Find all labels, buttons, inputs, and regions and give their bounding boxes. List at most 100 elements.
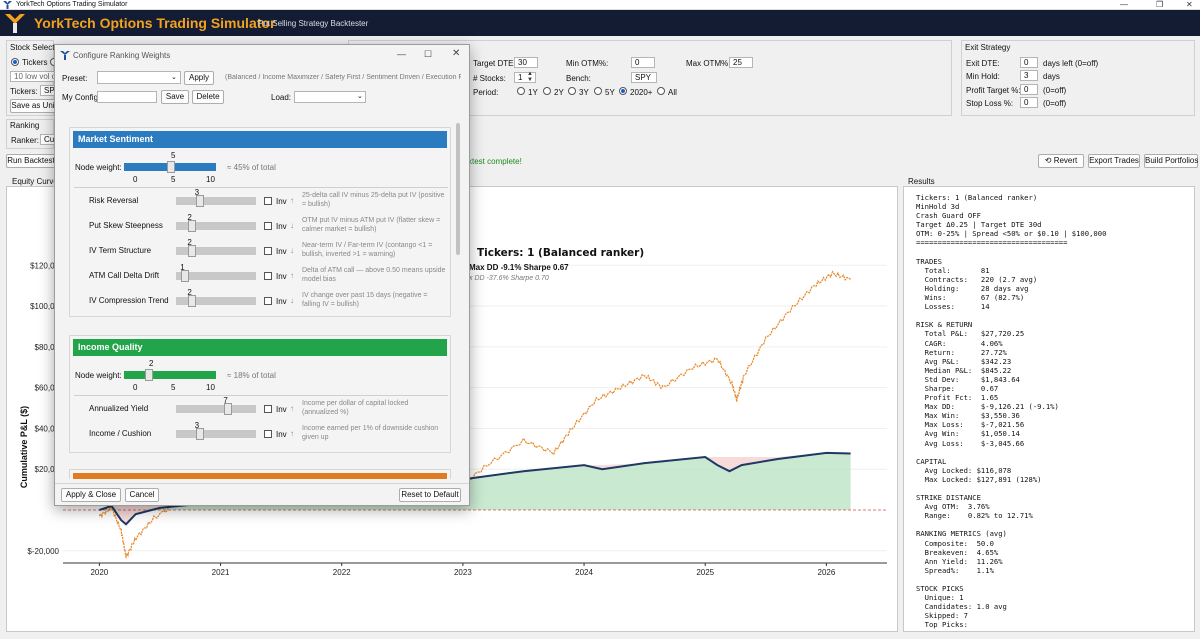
metric-invert-label: Inv [276,297,287,306]
metric-description: Delta of ATM call — above 0.50 means ups… [302,267,446,283]
metric-direction-arrow-icon: ↑ [290,271,294,280]
save-as-universe-button[interactable]: Save as Uni [10,99,56,113]
dialog-close-icon[interactable]: ✕ [452,48,460,59]
period-radio-all[interactable] [657,87,665,95]
universe-combo[interactable]: 10 low vol o [10,71,55,82]
results-line: Candidates: 1.0 avg [916,602,1007,612]
period-radio-1y[interactable] [517,87,525,95]
apply-close-button[interactable]: Apply & Close [61,488,121,502]
metric-weight-slider[interactable] [176,405,256,413]
cancel-button[interactable]: Cancel [125,488,159,502]
profit-target-input[interactable]: 0 [1020,84,1038,95]
metric-direction-arrow-icon: ↑ [290,196,294,205]
y-tick-label: $-20,000 [27,547,59,556]
close-icon[interactable]: ✕ [1186,0,1193,10]
tickers-radio[interactable] [11,58,19,66]
metric-weight-slider-thumb[interactable] [224,403,233,415]
results-line: Spread%: 1.1% [916,565,994,575]
save-config-button[interactable]: Save [161,90,189,104]
scale-min-label: 0 [133,175,138,184]
load-config-combo[interactable] [294,91,366,103]
build-portfolios-button[interactable]: Build Portfolios [1144,154,1198,168]
x-tick-label: 2023 [454,568,472,577]
tickers-input[interactable]: SPY [40,85,55,96]
load-combo-chevron-icon[interactable]: ⌄ [357,92,363,100]
chart-title: Tickers: 1 (Balanced ranker) [477,247,644,259]
metric-invert-checkbox[interactable] [264,197,272,205]
metric-invert-checkbox[interactable] [264,430,272,438]
profit-target-suffix: (0=off) [1043,86,1067,95]
equity-curve-tab[interactable]: Equity Curve [12,177,58,186]
period-radio-3y[interactable] [568,87,576,95]
dialog-minimize-icon[interactable]: — [397,49,406,59]
node-weight-slider-thumb[interactable] [145,369,153,381]
node-weight-slider-thumb[interactable] [167,161,175,173]
metric-description: Near-term IV / Far-term IV (contango <1 … [302,242,433,258]
maximize-icon[interactable]: ❐ [1156,0,1163,10]
target-dte-input[interactable]: 30 [514,57,538,68]
period-label-all: All [668,88,677,97]
spin-arrows-icon[interactable]: ▲ ▼ [527,71,533,83]
max-otm-input[interactable]: 25 [729,57,753,68]
results-line: STOCK PICKS [916,584,964,594]
exit-dte-suffix: days left (0=off) [1043,59,1099,68]
dialog-footer-divider [55,483,469,484]
period-radio-2y[interactable] [543,87,551,95]
dialog-scrollbar-thumb[interactable] [456,123,460,255]
section-market-sentiment: Market Sentiment Node weight: 5 ≈ 45% of… [69,127,451,317]
delete-config-button[interactable]: Delete [192,90,224,104]
min-hold-input[interactable]: 3 [1020,70,1038,81]
section-header-market-sentiment: Market Sentiment [73,131,447,148]
preset-apply-button[interactable]: Apply [184,71,214,85]
reset-default-button[interactable]: Reset to Default [399,488,461,502]
results-line: Unique: 1 [916,593,964,603]
node-weight-slider[interactable] [124,371,216,379]
results-panel[interactable]: Tickers: 1 (Balanced ranker) MinHold 3d Cr… [903,186,1195,632]
results-line: Avg Locked: $116,078 [916,465,1012,475]
config-name-input[interactable] [97,91,157,103]
results-line: TRADES [916,256,942,266]
export-trades-button[interactable]: Export Trades [1088,154,1140,168]
os-window-title: YorkTech Options Trading Simulator [16,1,128,8]
results-line: Sharpe: 0.67 [916,383,999,393]
results-line: Top Picks: [916,620,968,630]
period-radio-5y[interactable] [594,87,602,95]
min-otm-input[interactable]: 0 [631,57,655,68]
app-title: YorkTech Options Trading Simulator [34,15,276,31]
results-line: Contracts: 220 (2.7 avg) [916,274,1038,284]
results-line: Max DD: $-9,126.21 (-9.1%) [916,402,1059,412]
metric-invert-checkbox[interactable] [264,272,272,280]
exit-dte-input[interactable]: 0 [1020,57,1038,68]
results-line: RISK & RETURN [916,320,973,330]
minimize-icon[interactable]: — [1120,0,1128,10]
load-label: Load: [271,93,292,102]
period-radio-2020-plus[interactable] [619,87,627,95]
revert-button[interactable]: ⟲ Revert [1038,154,1084,168]
run-backtest-button[interactable]: Run Backtest [6,154,56,168]
preset-combo-chevron-icon[interactable]: ⌄ [171,73,177,81]
metric-invert-checkbox[interactable] [264,297,272,305]
metric-weight-slider[interactable] [176,430,256,438]
metric-weight-slider-thumb[interactable] [181,270,190,282]
metric-invert-checkbox[interactable] [264,222,272,230]
metric-weight-slider-thumb[interactable] [195,195,204,207]
period-label-5y: 5Y [605,88,615,97]
results-line: Avg P&L: $342.23 [916,356,1012,366]
stop-loss-input[interactable]: 0 [1020,97,1038,108]
results-line: Skipped: 7 [916,611,968,621]
bench-input[interactable]: SPY [631,72,657,83]
dialog-maximize-icon[interactable]: ☐ [424,49,432,60]
preset-combo[interactable] [97,71,181,84]
x-tick-label: 2025 [696,568,714,577]
metric-invert-checkbox[interactable] [264,247,272,255]
dialog-title: Configure Ranking Weights [73,51,171,60]
exit-strategy-title: Exit Strategy [965,43,1011,52]
metric-invert-checkbox[interactable] [264,405,272,413]
metric-weight-slider-thumb[interactable] [188,245,197,257]
period-label-1y: 1Y [528,88,538,97]
metric-weight-slider[interactable] [176,197,256,205]
metric-description: OTM put IV minus ATM put IV (flatter ske… [302,217,441,233]
metric-weight-slider-thumb[interactable] [188,220,197,232]
metric-weight-slider-thumb[interactable] [195,428,204,440]
metric-weight-slider-thumb[interactable] [188,295,197,307]
